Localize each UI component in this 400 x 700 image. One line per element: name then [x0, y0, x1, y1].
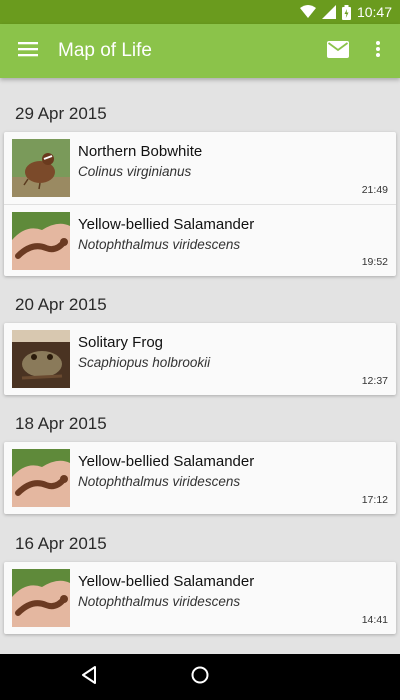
sightings-card: Yellow-bellied Salamander Notophthalmus …	[4, 562, 396, 634]
home-icon	[191, 666, 209, 688]
mail-button[interactable]	[322, 35, 354, 67]
species-thumbnail	[12, 212, 70, 270]
sighting-time: 14:41	[361, 614, 388, 626]
menu-icon	[18, 41, 38, 61]
common-name: Yellow-bellied Salamander	[78, 453, 255, 470]
salamander-thumbnail	[12, 569, 70, 627]
frog-thumbnail	[12, 330, 70, 388]
overflow-icon	[376, 41, 380, 61]
mail-icon	[327, 40, 349, 62]
list-item[interactable]: Solitary Frog Scaphiopus holbrookii 12:3…	[4, 323, 396, 395]
common-name: Yellow-bellied Salamander	[78, 216, 255, 233]
status-bar: 10:47	[0, 0, 400, 24]
wifi-icon	[299, 5, 316, 19]
app-title: Map of Life	[58, 40, 152, 61]
navigation-bar	[0, 654, 400, 700]
scientific-name: Notophthalmus viridescens	[78, 237, 241, 252]
scientific-name: Colinus virginianus	[78, 164, 192, 179]
species-thumbnail	[12, 449, 70, 507]
back-icon	[81, 666, 97, 688]
date-header: 16 Apr 2015	[15, 534, 107, 553]
back-button[interactable]	[74, 662, 104, 692]
scientific-name: Notophthalmus viridescens	[78, 594, 241, 609]
app-bar: Map of Life	[0, 24, 400, 78]
common-name: Northern Bobwhite	[78, 143, 203, 160]
list-item[interactable]: Yellow-bellied Salamander Notophthalmus …	[4, 562, 396, 634]
scientific-name: Scaphiopus holbrookii	[78, 355, 211, 370]
list-item[interactable]: Yellow-bellied Salamander Notophthalmus …	[4, 204, 396, 276]
species-thumbnail	[12, 139, 70, 197]
sighting-time: 17:12	[361, 494, 388, 506]
date-header: 18 Apr 2015	[15, 414, 107, 433]
status-time: 10:47	[356, 4, 392, 20]
salamander-thumbnail	[12, 212, 70, 270]
date-header: 20 Apr 2015	[15, 295, 107, 314]
salamander-thumbnail	[12, 449, 70, 507]
list-item[interactable]: Yellow-bellied Salamander Notophthalmus …	[4, 442, 396, 514]
home-button[interactable]	[185, 662, 215, 692]
overflow-menu-button[interactable]	[368, 35, 388, 67]
sighting-time: 19:52	[361, 256, 388, 268]
sightings-card: Solitary Frog Scaphiopus holbrookii 12:3…	[4, 323, 396, 395]
species-thumbnail	[12, 330, 70, 388]
list-item[interactable]: Northern Bobwhite Colinus virginianus 21…	[4, 132, 396, 204]
signal-icon	[321, 5, 336, 19]
sighting-time: 12:37	[361, 375, 388, 387]
sightings-list: 29 Apr 2015 Northern Bobwhite Colinus vi…	[0, 78, 400, 654]
sighting-time: 21:49	[361, 184, 388, 196]
scientific-name: Notophthalmus viridescens	[78, 474, 241, 489]
sightings-card: Yellow-bellied Salamander Notophthalmus …	[4, 442, 396, 514]
common-name: Yellow-bellied Salamander	[78, 573, 255, 590]
sightings-card: Northern Bobwhite Colinus virginianus 21…	[4, 132, 396, 276]
date-header: 29 Apr 2015	[15, 104, 107, 123]
common-name: Solitary Frog	[78, 334, 164, 351]
species-thumbnail	[12, 569, 70, 627]
status-icons: 10:47	[299, 3, 392, 21]
menu-button[interactable]	[10, 33, 46, 69]
bird-thumbnail	[12, 139, 70, 197]
battery-icon	[341, 4, 351, 20]
